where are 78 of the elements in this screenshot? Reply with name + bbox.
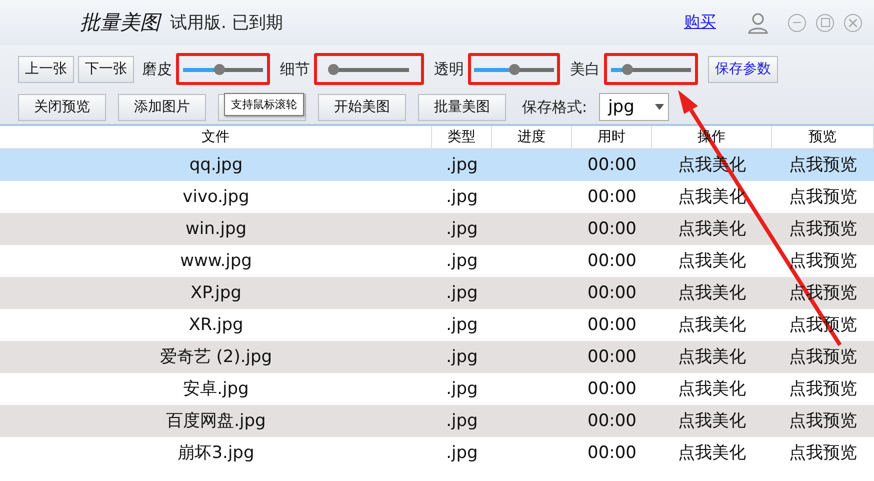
slider-label: 透明 [434, 60, 464, 78]
table-cell: 00:00 [588, 315, 636, 335]
table-cell: 安卓.jpg [183, 379, 249, 399]
slider-label: 美白 [570, 60, 600, 78]
table-cell: qq.jpg [189, 155, 243, 175]
table-cell: 百度网盘.jpg [166, 411, 266, 431]
nav-button[interactable]: 上一张 [18, 56, 74, 82]
table-row[interactable]: win.jpg .jpg 00:00 点我美化 点我预览 [0, 213, 874, 245]
slider-label: 细节 [280, 60, 310, 78]
format-dropdown[interactable]: jpg [599, 93, 670, 121]
table-cell: 00:00 [588, 155, 636, 175]
beautify-link[interactable]: 点我美化 [678, 443, 746, 463]
preview-link[interactable]: 点我预览 [789, 251, 857, 271]
table-cell: .jpg [446, 251, 478, 271]
table-row[interactable]: vivo.jpg .jpg 00:00 点我美化 点我预览 [0, 181, 874, 213]
minimize-icon[interactable] [788, 14, 806, 32]
user-icon[interactable] [748, 12, 768, 34]
table-cell: www.jpg [180, 251, 252, 271]
slider[interactable] [474, 64, 554, 74]
beautify-link[interactable]: 点我美化 [678, 187, 746, 207]
nav-button[interactable]: 下一张 [78, 56, 134, 82]
beautify-link[interactable]: 点我美化 [678, 379, 746, 399]
table-row[interactable]: www.jpg .jpg 00:00 点我美化 点我预览 [0, 245, 874, 277]
close-icon[interactable] [844, 14, 862, 32]
table-cell: 00:00 [588, 443, 636, 463]
format-label: 保存格式: [522, 98, 588, 116]
trial-status: 试用版. 已到期 [170, 12, 284, 34]
column-header[interactable]: 进度 [518, 129, 546, 145]
table-cell: .jpg [446, 187, 478, 207]
table-cell: 00:00 [588, 379, 636, 399]
preview-link[interactable]: 点我预览 [789, 443, 857, 463]
table-cell: .jpg [446, 411, 478, 431]
table-row[interactable]: 爱奇艺 (2).jpg .jpg 00:00 点我美化 点我预览 [0, 341, 874, 373]
table-cell: 00:00 [588, 219, 636, 239]
table-row[interactable]: 崩坏3.jpg .jpg 00:00 点我美化 点我预览 [0, 437, 874, 469]
beautify-link[interactable]: 点我美化 [678, 251, 746, 271]
toolbar-button[interactable]: 关闭预览 [18, 94, 106, 120]
tooltip: 支持鼠标滚轮 [224, 93, 304, 116]
table-row[interactable]: 安卓.jpg .jpg 00:00 点我美化 点我预览 [0, 373, 874, 405]
table-cell: 00:00 [588, 411, 636, 431]
app-title: 批量美图 [80, 9, 160, 36]
maximize-icon[interactable] [816, 14, 834, 32]
table-row[interactable]: 百度网盘.jpg .jpg 00:00 点我美化 点我预览 [0, 405, 874, 437]
table-cell: .jpg [446, 283, 478, 303]
slider-thumb[interactable] [509, 64, 520, 74]
table-cell: 00:00 [588, 187, 636, 207]
column-header[interactable]: 用时 [598, 129, 626, 145]
preview-link[interactable]: 点我预览 [789, 379, 857, 399]
table-cell: .jpg [446, 379, 478, 399]
table-cell: 00:00 [588, 347, 636, 367]
slider-thumb[interactable] [622, 64, 633, 74]
table-cell: .jpg [446, 443, 478, 463]
table-cell: XR.jpg [188, 315, 244, 335]
table-cell: .jpg [446, 219, 478, 239]
slider-label: 磨皮 [142, 60, 172, 78]
table-cell: .jpg [446, 315, 478, 335]
table-cell: XP.jpg [190, 283, 242, 303]
table-cell: vivo.jpg [182, 187, 250, 207]
preview-link[interactable]: 点我预览 [789, 187, 857, 207]
table-cell: win.jpg [185, 219, 247, 239]
caret-icon [655, 104, 664, 110]
column-header[interactable]: 文件 [202, 129, 230, 145]
table-cell: .jpg [446, 347, 478, 367]
column-header[interactable]: 类型 [448, 129, 476, 145]
beautify-link[interactable]: 点我美化 [678, 315, 746, 335]
toolbar-button[interactable]: 开始美图 [318, 94, 406, 120]
slider-thumb[interactable] [214, 64, 225, 74]
buy-link[interactable]: 购买 [684, 12, 716, 33]
slider-thumb[interactable] [328, 64, 339, 74]
toolbar-button[interactable]: 添加图片 [118, 94, 206, 120]
table-cell: 00:00 [588, 251, 636, 271]
toolbar-button[interactable]: 批量美图 [418, 94, 506, 120]
column-header[interactable]: 预览 [808, 129, 836, 145]
save-params-button[interactable]: 保存参数 [708, 56, 778, 82]
table-cell: 00:00 [588, 283, 636, 303]
table-cell: 爱奇艺 (2).jpg [160, 347, 272, 367]
table-cell: .jpg [446, 155, 478, 175]
table-cell: 崩坏3.jpg [178, 443, 254, 463]
